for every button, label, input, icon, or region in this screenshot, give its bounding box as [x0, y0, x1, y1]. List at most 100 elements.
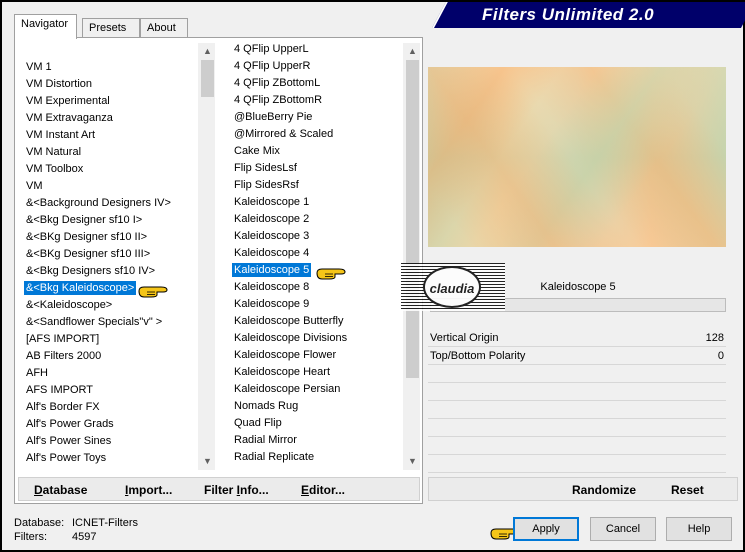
list-item[interactable]: Kaleidoscope Flower — [230, 347, 403, 364]
pointing-hand-icon — [316, 268, 346, 280]
scroll-down-icon[interactable]: ▼ — [404, 453, 420, 470]
help-button[interactable]: Help — [666, 517, 732, 541]
tab-about[interactable]: About — [140, 18, 188, 38]
list-item-label: Kaleidoscope 8 — [234, 281, 310, 293]
list-item[interactable]: AFH — [22, 365, 198, 382]
filter-scrollbar[interactable]: ▲ ▼ — [403, 43, 420, 470]
list-item[interactable]: 4 QFlip UpperR — [230, 58, 403, 75]
list-item-label: 4 QFlip UpperR — [234, 60, 311, 72]
tab-navigator[interactable]: Navigator — [14, 14, 77, 39]
import-button[interactable]: Import... — [125, 483, 172, 497]
preview-button-bar: Randomize Reset — [428, 477, 738, 501]
list-item-label: AB Filters 2000 — [26, 350, 102, 362]
list-item-label: [AFS IMPORT] — [26, 333, 100, 345]
list-item[interactable]: &<Background Designers IV> — [22, 195, 198, 212]
list-item[interactable]: Alf's Border FX — [22, 399, 198, 416]
list-item-label: Kaleidoscope Butterfly — [234, 315, 344, 327]
list-item-label: &<Background Designers IV> — [26, 197, 171, 209]
status-database: Database: ICNET-Filters — [14, 517, 138, 529]
list-item[interactable]: Kaleidoscope Butterfly — [230, 313, 403, 330]
reset-button[interactable]: Reset — [671, 483, 704, 497]
list-item[interactable]: VM Toolbox — [22, 161, 198, 178]
list-item-label: &<Bkg Designers sf10 IV> — [26, 265, 156, 277]
window-title: Filters Unlimited 2.0 — [482, 5, 655, 24]
list-item[interactable]: 4 QFlip UpperL — [230, 43, 403, 58]
list-item-label: Alf's Power Sines — [26, 435, 112, 447]
list-item[interactable]: Cake Mix — [230, 143, 403, 160]
list-item[interactable]: Radial Replicate — [230, 449, 403, 466]
list-item-label: AFH — [26, 367, 48, 379]
list-item-label: Kaleidoscope 4 — [234, 247, 310, 259]
filter-info-button[interactable]: Filter Info... — [204, 483, 269, 497]
list-item[interactable]: &<Bkg Designer sf10 I> — [22, 212, 198, 229]
list-item[interactable]: Quad Flip — [230, 415, 403, 432]
list-item[interactable]: Kaleidoscope 9 — [230, 296, 403, 313]
cancel-button[interactable]: Cancel — [590, 517, 656, 541]
param-top-bottom-polarity[interactable]: Top/Bottom Polarity 0 — [428, 348, 726, 365]
tab-presets[interactable]: Presets — [82, 18, 140, 38]
list-item[interactable]: VM 1 — [22, 59, 198, 76]
list-item[interactable]: VM Experimental — [22, 93, 198, 110]
list-item[interactable]: VM — [22, 178, 198, 195]
list-item[interactable]: VM Extravaganza — [22, 110, 198, 127]
scroll-down-icon[interactable]: ▼ — [199, 453, 215, 470]
list-item[interactable]: &<Bkg Designers sf10 IV> — [22, 263, 198, 280]
filter-preview-image — [428, 67, 726, 247]
list-item[interactable]: AB Filters 2000 — [22, 348, 198, 365]
watermark-text: claudia — [423, 266, 481, 308]
database-button[interactable]: Database — [34, 483, 87, 497]
category-list[interactable]: VM 1 VM Distortion VM Experimental VM Extra… — [22, 43, 215, 470]
list-item[interactable]: Kaleidoscope 4 — [230, 245, 403, 262]
randomize-button[interactable]: Randomize — [572, 483, 636, 497]
apply-button[interactable]: Apply — [513, 517, 579, 541]
param-vertical-origin[interactable]: Vertical Origin 128 — [428, 330, 726, 347]
list-item-label: Kaleidoscope 3 — [234, 230, 310, 242]
list-item[interactable]: 4 QFlip ZBottomR — [230, 92, 403, 109]
list-item[interactable]: Alf's Power Sines — [22, 433, 198, 450]
list-item[interactable]: &<Bkg Kaleidoscope> — [22, 280, 198, 297]
list-item-label: Flip SidesRsf — [234, 179, 299, 191]
list-item[interactable]: Kaleidoscope Heart — [230, 364, 403, 381]
filter-scroll-thumb[interactable] — [406, 60, 419, 378]
list-item[interactable]: 4 QFlip ZBottomL — [230, 75, 403, 92]
list-item-label: Kaleidoscope Divisions — [234, 332, 348, 344]
list-item[interactable]: [AFS IMPORT] — [22, 331, 198, 348]
list-item[interactable]: VM Natural — [22, 144, 198, 161]
scroll-up-icon[interactable]: ▲ — [404, 43, 420, 60]
list-item[interactable]: @Mirrored & Scaled — [230, 126, 403, 143]
list-item[interactable]: &<Sandflower Specials"v" > — [22, 314, 198, 331]
list-item-label: Kaleidoscope Flower — [234, 349, 337, 361]
list-item-label: 4 QFlip UpperL — [234, 43, 309, 55]
list-item[interactable]: Nomads Rug — [230, 398, 403, 415]
list-item[interactable]: Kaleidoscope 2 — [230, 211, 403, 228]
list-item[interactable]: Kaleidoscope 3 — [230, 228, 403, 245]
parameter-list: Vertical Origin 128 Top/Bottom Polarity … — [428, 330, 726, 473]
list-item[interactable]: Flip SidesRsf — [230, 177, 403, 194]
scroll-up-icon[interactable]: ▲ — [199, 43, 215, 60]
list-item[interactable]: Kaleidoscope 1 — [230, 194, 403, 211]
list-item[interactable]: AFS IMPORT — [22, 382, 198, 399]
list-item[interactable]: &<BKg Designer sf10 III> — [22, 246, 198, 263]
list-item-label: @BlueBerry Pie — [234, 111, 313, 123]
category-scrollbar[interactable]: ▲ ▼ — [198, 43, 215, 470]
list-item[interactable]: Kaleidoscope 8 — [230, 279, 403, 296]
list-item[interactable]: Alf's Power Grads — [22, 416, 198, 433]
list-item[interactable]: Kaleidoscope Persian — [230, 381, 403, 398]
navigator-button-bar: Database Import... Filter Info... Editor… — [18, 477, 420, 501]
list-item[interactable]: VM Instant Art — [22, 127, 198, 144]
list-item[interactable]: VM Distortion — [22, 76, 198, 93]
list-item[interactable]: &<Kaleidoscope> — [22, 297, 198, 314]
pointing-hand-icon — [138, 286, 168, 298]
list-item-label: 4 QFlip ZBottomR — [234, 94, 323, 106]
list-item-label: Kaleidoscope 5 — [232, 263, 312, 277]
editor-button[interactable]: Editor... — [301, 483, 345, 497]
list-item[interactable]: Flip SidesLsf — [230, 160, 403, 177]
list-item[interactable]: Alf's Power Toys — [22, 450, 198, 467]
list-item[interactable]: &<BKg Designer sf10 II> — [22, 229, 198, 246]
list-item-label: Kaleidoscope 1 — [234, 196, 310, 208]
list-item[interactable]: Kaleidoscope Divisions — [230, 330, 403, 347]
category-scroll-thumb[interactable] — [201, 60, 214, 97]
list-item[interactable]: @BlueBerry Pie — [230, 109, 403, 126]
list-item[interactable]: Radial Mirror — [230, 432, 403, 449]
filter-list[interactable]: 4 QFlip UpperL 4 QFlip UpperR 4 QFlip ZBot… — [230, 43, 420, 470]
